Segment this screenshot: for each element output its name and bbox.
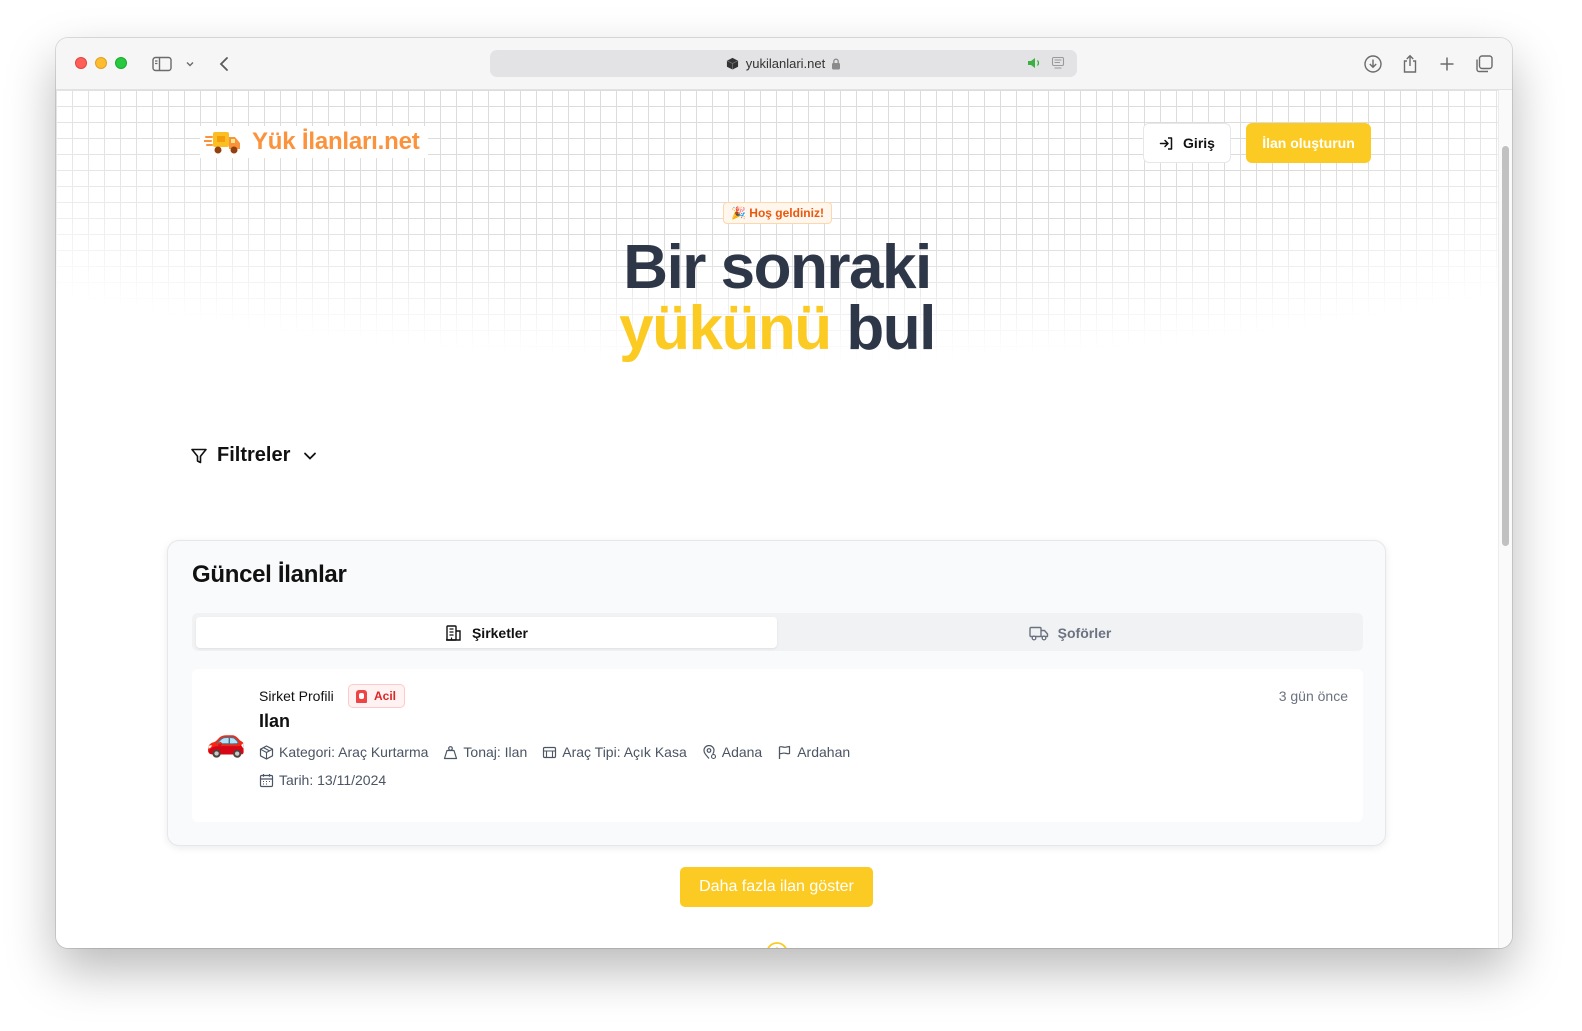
log-in-icon [1159, 136, 1173, 150]
site-favicon-icon [726, 57, 738, 70]
load-more-button[interactable]: Daha fazla ilan göster [680, 867, 873, 907]
listing-item[interactable]: 🚗 Sirket Profili Acil Ilan 3 gün önce Ka… [192, 669, 1363, 822]
listing-meta: Kategori: Araç Kurtarma Tonaj: Ilan Araç… [259, 744, 865, 760]
login-button-label: Giriş [1183, 135, 1215, 151]
meta-destination: Ardahan [777, 744, 850, 760]
back-arrow-icon[interactable] [213, 53, 235, 75]
site-logo[interactable]: Yük İlanları.net [200, 126, 428, 158]
meta-category-text: Kategori: Araç Kurtarma [279, 744, 429, 760]
urgent-badge: Acil [348, 684, 406, 708]
chevron-down-icon [302, 448, 318, 464]
listings-title: Güncel İlanlar [192, 561, 347, 588]
arrow-down-circle-icon[interactable] [765, 941, 789, 948]
new-tab-icon[interactable] [1436, 53, 1458, 75]
package-icon [259, 744, 274, 760]
lock-icon [832, 58, 841, 69]
listing-company[interactable]: Sirket Profili [259, 688, 334, 704]
calendar-icon [259, 773, 274, 787]
weight-icon [444, 745, 458, 759]
listing-time-ago: 3 gün önce [1278, 688, 1348, 704]
vehicle-emoji: 🚗 [206, 722, 246, 758]
delivery-truck-icon [204, 132, 240, 154]
hero-heading-rest: bul [846, 294, 936, 363]
meta-tonnage-text: Tonaj: Ilan [463, 744, 528, 760]
filters-toggle[interactable]: Filtreler [190, 444, 318, 467]
login-button[interactable]: Giriş [1143, 123, 1231, 163]
siren-icon [356, 689, 367, 703]
map-pin-icon [703, 744, 716, 759]
filter-icon [190, 447, 208, 465]
meta-destination-text: Ardahan [797, 744, 851, 760]
meta-category: Kategori: Araç Kurtarma [259, 744, 428, 760]
listing-date-text: Tarih: 13/11/2024 [279, 772, 387, 788]
share-icon[interactable] [1399, 53, 1421, 75]
tab-companies[interactable]: Şirketler [196, 617, 777, 648]
speaker-icon[interactable] [1027, 56, 1043, 70]
tab-companies-label: Şirketler [471, 624, 529, 641]
listing-title[interactable]: Ilan [259, 711, 290, 732]
flag-icon [779, 745, 791, 759]
hero-heading-line2: yükünü bul [56, 293, 1498, 365]
meta-vehicle-type: Araç Tipi: Açık Kasa [542, 744, 687, 760]
tab-overview-icon[interactable] [1473, 53, 1495, 75]
address-bar[interactable]: yukilanlari.net [490, 50, 1077, 77]
reader-icon[interactable] [1051, 56, 1065, 70]
hero-highlight: yükünü [619, 294, 832, 363]
sidebar-toggle-icon[interactable] [151, 53, 173, 75]
meta-origin-text: Adana [721, 744, 763, 760]
logo-text: Yük İlanları.net [252, 128, 420, 155]
meta-tonnage: Tonaj: Ilan [443, 744, 527, 760]
filters-label: Filtreler [217, 444, 291, 466]
listings-card: Güncel İlanlar Şirketler Şoförler 🚗 Sirk… [167, 540, 1386, 846]
page-content: Yük İlanları.net Giriş İlan oluşturun 🎉 … [56, 90, 1498, 948]
listing-date: Tarih: 13/11/2024 [259, 772, 386, 788]
welcome-badge-text: 🎉 Hoş geldiniz! [731, 206, 824, 220]
minimize-window-button[interactable] [95, 57, 107, 69]
listing-tabs: Şirketler Şoförler [192, 613, 1363, 651]
create-listing-button-label: İlan oluşturun [1262, 135, 1355, 151]
meta-origin: Adana [702, 744, 762, 760]
zoom-window-button[interactable] [115, 57, 127, 69]
address-url: yukilanlari.net [745, 56, 826, 71]
tab-drivers-label: Şoförler [1057, 624, 1112, 641]
chevron-down-icon[interactable] [179, 53, 201, 75]
container-icon [543, 746, 557, 758]
browser-toolbar: yukilanlari.net [56, 38, 1512, 90]
create-listing-button[interactable]: İlan oluşturun [1246, 123, 1371, 163]
truck-icon [1028, 626, 1048, 640]
load-more-label: Daha fazla ilan göster [699, 878, 854, 895]
scrollbar-thumb[interactable] [1502, 146, 1509, 546]
browser-window: yukilanlari.net Yük İlanları.net Giriş İ… [56, 38, 1512, 948]
download-icon[interactable] [1362, 53, 1384, 75]
close-window-button[interactable] [75, 57, 87, 69]
page-scrollbar[interactable] [1498, 90, 1512, 948]
meta-vehicle-type-text: Araç Tipi: Açık Kasa [562, 744, 687, 760]
urgent-badge-label: Acil [374, 689, 397, 703]
tab-drivers[interactable]: Şoförler [781, 617, 1359, 648]
welcome-badge: 🎉 Hoş geldiniz! [723, 202, 832, 224]
building-icon [445, 624, 461, 641]
